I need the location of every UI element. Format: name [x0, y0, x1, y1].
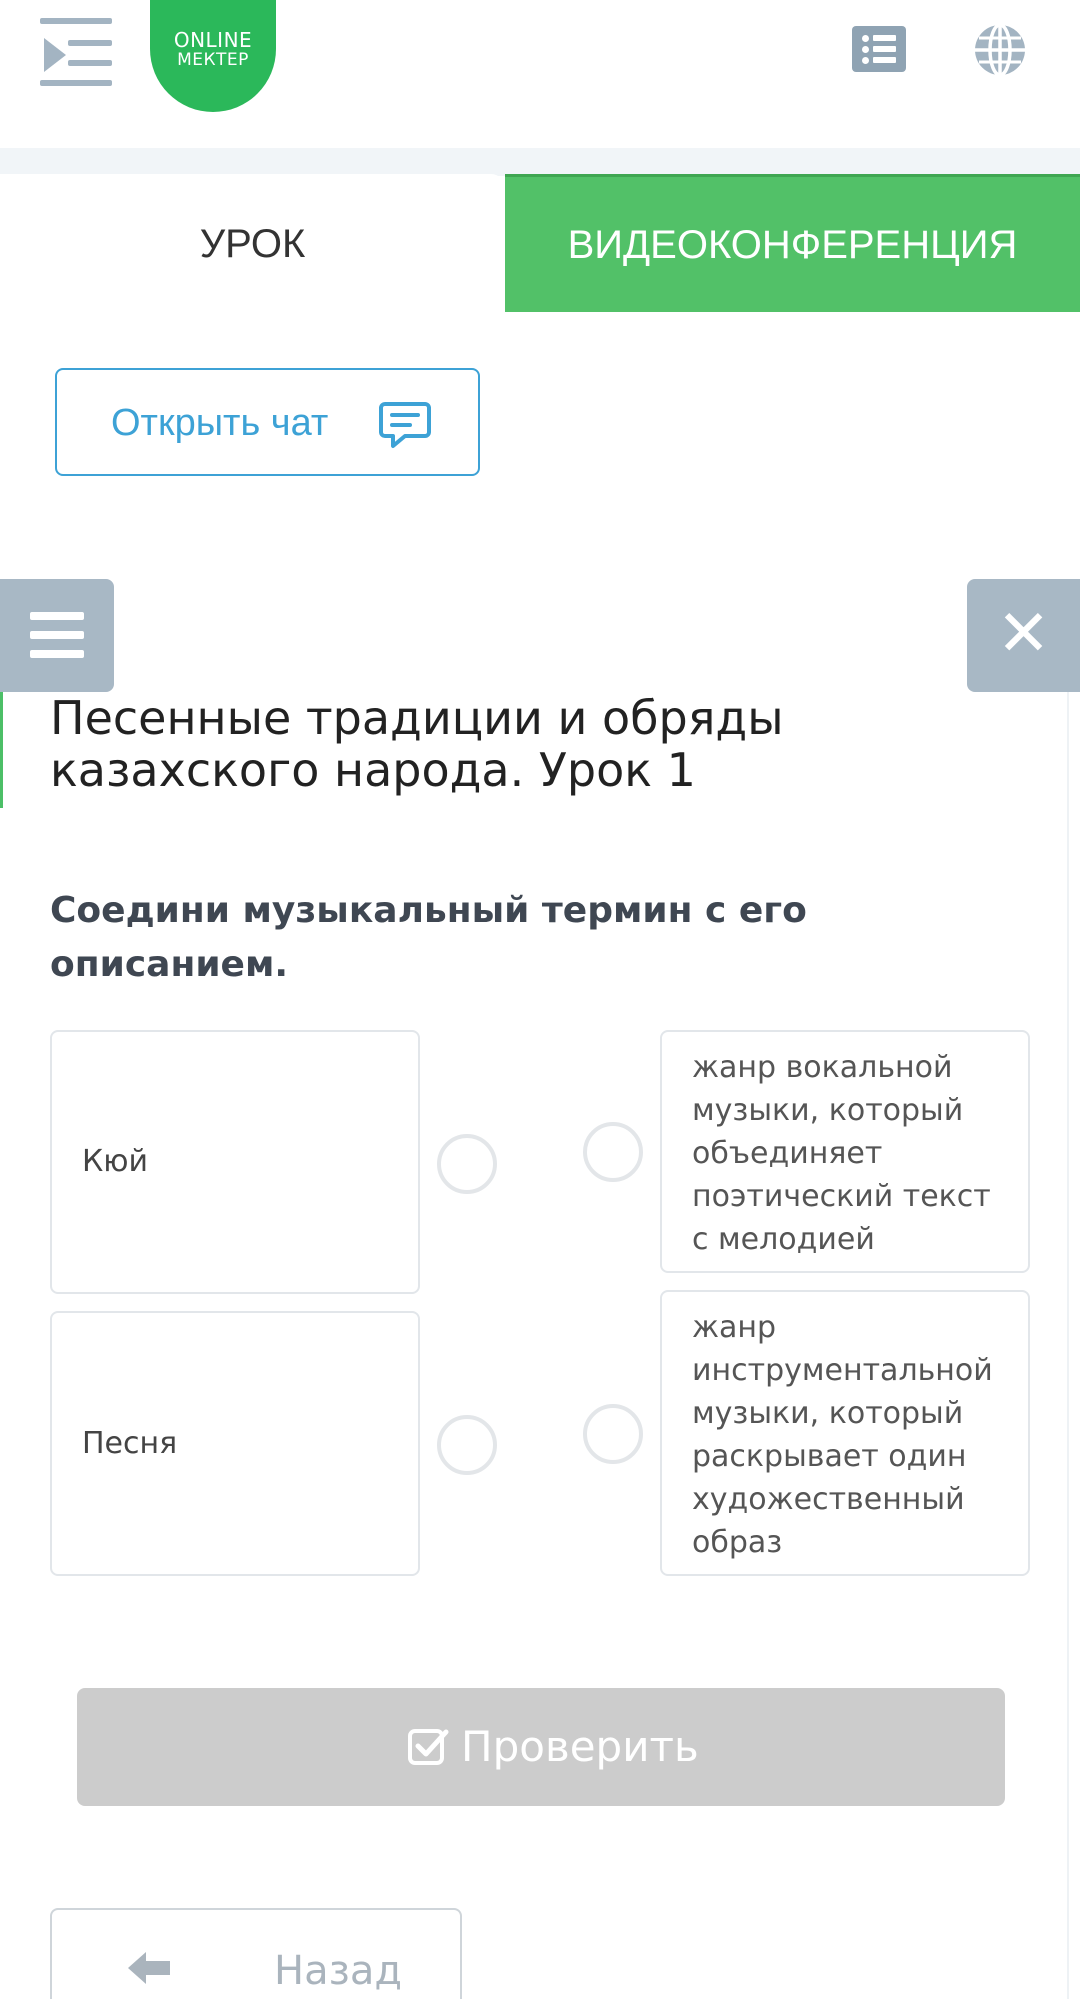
- back-button-label: Назад: [274, 1948, 403, 1994]
- description-radio[interactable]: [583, 1404, 643, 1464]
- title-accent: [0, 692, 3, 808]
- logo-line-2: МЕКТЕР: [177, 50, 249, 70]
- tab-videoconference[interactable]: ВИДЕОКОНФЕРЕНЦИЯ: [505, 174, 1080, 312]
- logo-line-1: ONLINE: [173, 28, 253, 52]
- tab-lesson-label: УРОК: [199, 222, 306, 266]
- term-label: Кюй: [82, 1144, 149, 1179]
- term-radio[interactable]: [437, 1415, 497, 1475]
- back-button[interactable]: Назад: [50, 1908, 462, 1999]
- globe-icon[interactable]: [972, 22, 1028, 78]
- description-text: жанр вокальной музыки, который объединяе…: [692, 1050, 991, 1257]
- tab-videoconference-label: ВИДЕОКОНФЕРЕНЦИЯ: [567, 223, 1018, 267]
- content-border: [1067, 692, 1069, 1999]
- description-card[interactable]: жанр вокальной музыки, который объединяе…: [660, 1030, 1030, 1273]
- description-radio[interactable]: [583, 1122, 643, 1182]
- close-icon: ✕: [996, 597, 1051, 671]
- list-icon[interactable]: [852, 26, 906, 72]
- question-text: Соедини музыкальный термин с его описани…: [50, 890, 807, 985]
- chat-icon: [379, 402, 431, 448]
- check-button[interactable]: Проверить: [77, 1688, 1005, 1806]
- lesson-title: Песенные традиции и обряды казахского на…: [50, 691, 784, 797]
- term-card[interactable]: Песня: [50, 1311, 420, 1576]
- open-chat-button[interactable]: Открыть чат: [55, 368, 480, 476]
- close-button[interactable]: ✕: [967, 579, 1080, 692]
- term-card[interactable]: Кюй: [50, 1030, 420, 1294]
- term-label: Песня: [82, 1426, 178, 1461]
- check-button-label: Проверить: [461, 1722, 699, 1771]
- lesson-menu-button[interactable]: [0, 579, 114, 692]
- arrow-left-icon: [128, 1952, 170, 1984]
- sidebar-toggle-icon[interactable]: [40, 18, 112, 86]
- tab-lesson[interactable]: УРОК: [0, 174, 505, 312]
- logo[interactable]: ONLINE МЕКТЕР: [150, 0, 276, 112]
- checkbox-icon: [408, 1729, 449, 1765]
- description-text: жанр инструментальной музыки, который ра…: [692, 1310, 993, 1560]
- description-card[interactable]: жанр инструментальной музыки, который ра…: [660, 1290, 1030, 1576]
- term-radio[interactable]: [437, 1134, 497, 1194]
- header-divider: [0, 148, 1080, 176]
- top-bar: ONLINE МЕКТЕР: [0, 0, 1080, 148]
- open-chat-label: Открыть чат: [111, 402, 329, 444]
